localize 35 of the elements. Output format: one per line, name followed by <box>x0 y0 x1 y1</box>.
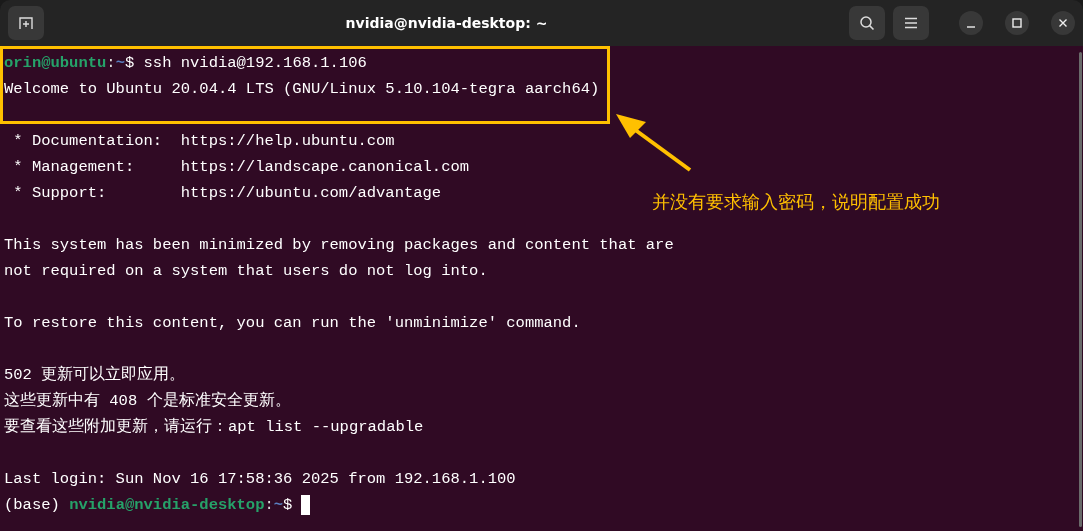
search-button[interactable] <box>849 6 885 40</box>
new-tab-icon <box>18 15 34 31</box>
menu-icon <box>904 17 918 29</box>
terminal-line: Welcome to Ubuntu 20.04.4 LTS (GNU/Linux 5.10.104-tegra aarch64) <box>4 80 600 98</box>
prompt-path: ~ <box>115 54 125 72</box>
conda-env: (base) <box>4 496 61 514</box>
terminal-line: 要查看这些附加更新，请运行：apt list --upgradable <box>4 418 424 436</box>
prompt-user-host: nvidia@nvidia-desktop <box>69 496 265 514</box>
scrollbar[interactable] <box>1079 52 1082 527</box>
prompt-separator: : <box>264 496 274 514</box>
terminal-line: * Support: https://ubuntu.com/advantage <box>12 184 442 202</box>
terminal-line: Last login: Sun Nov 16 17:58:36 2025 from 192.168.1.100 <box>4 470 516 488</box>
window-title: nvidia@nvidia-desktop: ~ <box>344 15 549 31</box>
command-text: $ <box>283 496 293 514</box>
search-icon <box>859 15 875 31</box>
command-text: $ ssh nvidia@192.168.1.106 <box>124 54 367 72</box>
terminal-line: * Management: https://landscape.canonical.com <box>12 158 470 176</box>
prompt-separator: : <box>106 54 116 72</box>
close-icon <box>1058 18 1068 28</box>
menu-button[interactable] <box>893 6 929 40</box>
minimize-icon <box>967 26 975 28</box>
annotation-text: 并没有要求输入密码，说明配置成功 <box>652 190 940 214</box>
prompt-user-host: orin@ubuntu <box>4 54 107 72</box>
maximize-icon <box>1012 18 1022 28</box>
terminal-line: 502 更新可以立即应用。 <box>4 366 186 384</box>
terminal-line: To restore this content, you can run the 'unminimize' command. <box>4 314 581 332</box>
new-tab-button[interactable] <box>8 6 44 40</box>
close-button[interactable] <box>1051 11 1075 35</box>
terminal-line: not required on a system that users do not log into. <box>4 262 488 280</box>
minimize-button[interactable] <box>959 11 983 35</box>
terminal-line: * Documentation: https://help.ubuntu.com <box>12 132 395 150</box>
terminal-line: This system has been minimized by removing packages and content that are <box>4 236 674 254</box>
prompt-path: ~ <box>273 496 284 514</box>
maximize-button[interactable] <box>1005 11 1029 35</box>
terminal-line: 这些更新中有 408 个是标准安全更新。 <box>4 392 291 410</box>
